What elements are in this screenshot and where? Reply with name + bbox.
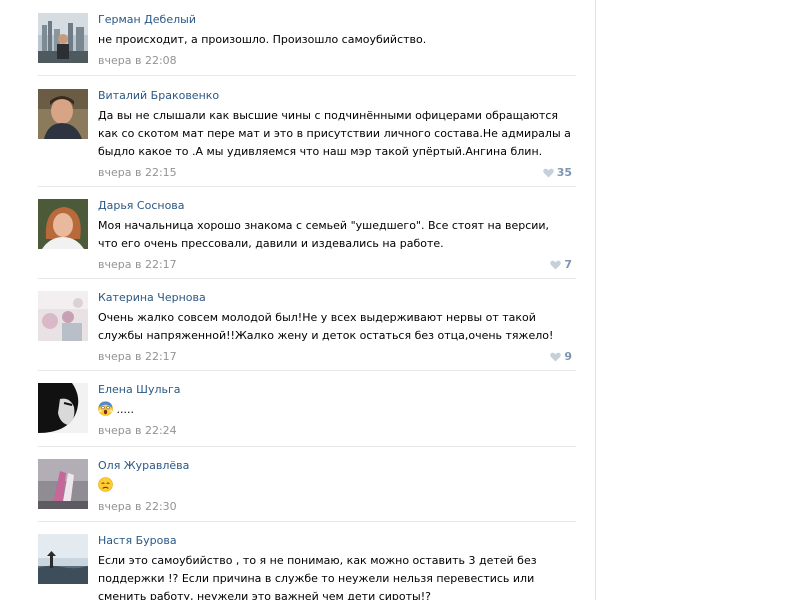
comment-item: Оля Журавлёва вчера в 22:30 (38, 447, 576, 522)
avatar[interactable] (38, 459, 88, 509)
heart-icon (542, 168, 554, 178)
avatar[interactable] (38, 89, 88, 139)
sad-emoji-icon (98, 477, 113, 492)
comment-item: Герман Дебелый не происходит, а произошл… (38, 0, 576, 76)
comment-text: ..... (116, 403, 134, 416)
comment-author[interactable]: Герман Дебелый (98, 13, 572, 27)
like-count: 35 (556, 166, 572, 179)
like-button[interactable]: 7 (550, 258, 572, 272)
comment-date[interactable]: вчера в 22:17 (98, 258, 177, 271)
comment-author[interactable]: Елена Шульга (98, 383, 572, 397)
comment-author[interactable]: Настя Бурова (98, 534, 572, 548)
heart-icon (550, 260, 562, 270)
comment-text: Моя начальница хорошо знакома с семьей "… (98, 219, 550, 250)
comment-author[interactable]: Виталий Браковенко (98, 89, 572, 103)
avatar[interactable] (38, 199, 88, 249)
comment-date[interactable]: вчера в 22:17 (98, 350, 177, 363)
comment-item: Елена Шульга ..... вчера в 22:24 (38, 371, 576, 447)
heart-icon (550, 352, 562, 362)
comment-date[interactable]: вчера в 22:30 (98, 500, 177, 513)
comment-date[interactable]: вчера в 22:15 (98, 166, 177, 179)
avatar[interactable] (38, 13, 88, 63)
comment-text: Да вы не слышали как высшие чины с подчи… (98, 109, 571, 158)
comment-date[interactable]: вчера в 22:24 (98, 424, 177, 437)
comment-author[interactable]: Дарья Соснова (98, 199, 572, 213)
comment-text: не происходит, а произошло. Произошло са… (98, 33, 427, 46)
scream-emoji-icon (98, 401, 113, 416)
like-button[interactable]: 9 (550, 350, 572, 364)
like-button[interactable]: 35 (542, 166, 572, 180)
comment-author[interactable]: Оля Журавлёва (98, 459, 572, 473)
comments-page: Герман Дебелый не происходит, а произошл… (0, 0, 800, 600)
comment-date[interactable]: вчера в 22:08 (98, 54, 177, 67)
avatar[interactable] (38, 291, 88, 341)
column-border (595, 0, 596, 600)
comment-text: Очень жалко совсем молодой был!Не у всех… (98, 311, 554, 342)
comment-item: Виталий Браковенко Да вы не слышали как … (38, 76, 576, 187)
comment-item: Дарья Соснова Моя начальница хорошо знак… (38, 187, 576, 279)
comment-author[interactable]: Катерина Чернова (98, 291, 572, 305)
comment-item: Катерина Чернова Очень жалко совсем моло… (38, 279, 576, 371)
like-count: 7 (564, 258, 572, 271)
comment-text: Если это самоубийство , то я не понимаю,… (98, 554, 537, 600)
avatar[interactable] (38, 383, 88, 433)
comment-item: Настя Бурова Если это самоубийство , то … (38, 522, 576, 600)
avatar[interactable] (38, 534, 88, 584)
comments-feed: Герман Дебелый не происходит, а произошл… (38, 0, 576, 600)
like-count: 9 (564, 350, 572, 363)
